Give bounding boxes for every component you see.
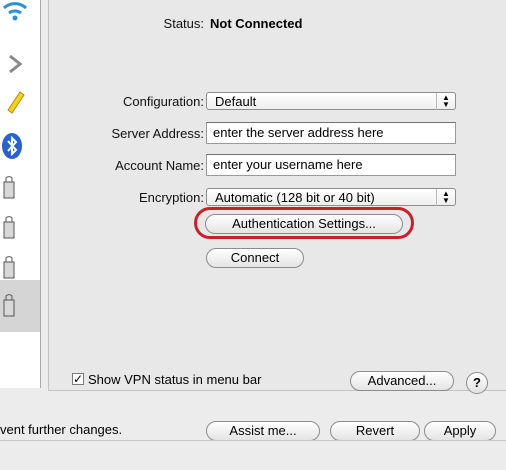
network-services-sidebar [0,0,41,388]
account-name-label: Account Name: [115,158,204,173]
lock-text: vent further changes. [0,422,123,437]
encryption-popup[interactable]: Automatic (128 bit or 40 bit) ▲ ▼ [206,188,456,206]
ethernet-icon[interactable] [0,86,30,122]
authentication-settings-button[interactable]: Authentication Settings... [205,214,403,234]
vpn-lock-icon[interactable] [0,252,30,288]
status-value: Not Connected [210,16,303,31]
help-button[interactable]: ? [466,372,488,394]
popup-arrows-icon: ▲ ▼ [436,189,455,206]
vpn-lock-icon[interactable] [0,290,30,326]
server-address-label: Server Address: [111,126,205,141]
footer-divider [0,440,506,441]
server-address-field[interactable]: enter the server address here [206,122,456,144]
vpn-lock-icon[interactable] [0,212,30,248]
configuration-label: Configuration: [123,94,204,109]
connect-button[interactable]: Connect [206,248,304,268]
configuration-popup[interactable]: Default ▲ ▼ [206,92,456,110]
bluetooth-icon[interactable] [0,128,30,164]
advanced-button[interactable]: Advanced... [350,371,454,391]
show-vpn-checkbox[interactable]: ✓ [72,373,84,385]
assist-me-button[interactable]: Assist me... [206,421,320,441]
vpn-lock-icon[interactable] [0,172,30,208]
encryption-value: Automatic (128 bit or 40 bit) [215,190,375,205]
account-name-field[interactable]: enter your username here [206,154,456,176]
apply-button[interactable]: Apply [424,421,496,441]
show-vpn-label: Show VPN status in menu bar [88,372,262,387]
firewire-icon[interactable] [0,46,30,82]
configuration-value: Default [215,94,257,109]
status-label: Status: [163,16,204,31]
popup-arrows-icon: ▲ ▼ [436,93,455,110]
encryption-label: Encryption: [138,190,204,205]
wifi-icon[interactable] [0,2,30,38]
revert-button[interactable]: Revert [330,421,420,441]
